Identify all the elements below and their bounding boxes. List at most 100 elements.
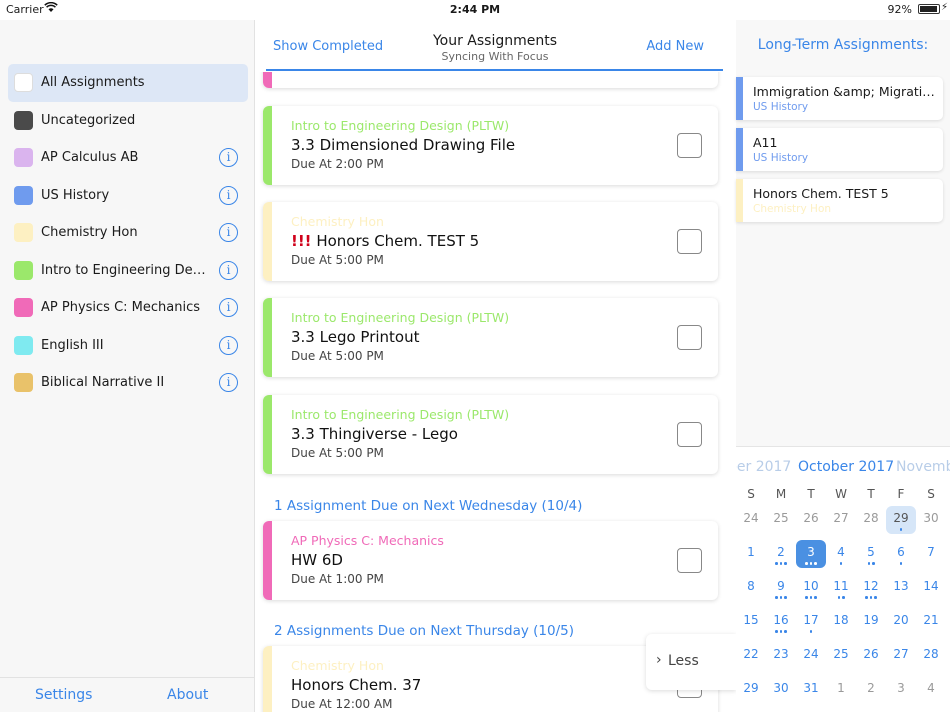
complete-checkbox[interactable] [677, 548, 702, 573]
less-button[interactable]: › Less [646, 634, 736, 690]
long-term-card[interactable]: Honors Chem. TEST 5 Chemistry Hon [736, 179, 943, 222]
month-scroller[interactable]: ber 2017 October 2017 Novemb [736, 459, 950, 477]
calendar-day[interactable]: 29 [736, 676, 766, 704]
calendar-day[interactable]: 30 [916, 506, 946, 534]
calendar-day[interactable]: 17 [796, 608, 826, 636]
sidebar-item[interactable]: Biblical Narrative II i [8, 364, 248, 402]
calendar-day[interactable]: 2 [766, 540, 796, 568]
calendar-day[interactable]: 24 [796, 642, 826, 670]
calendar-day[interactable]: 15 [736, 608, 766, 636]
calendar[interactable]: ber 2017 October 2017 Novemb SMTWTFS2425… [736, 446, 950, 712]
calendar-day[interactable]: 16 [766, 608, 796, 636]
calendar-day[interactable]: 3 [886, 676, 916, 704]
calendar-day[interactable]: 1 [826, 676, 856, 704]
calendar-day[interactable]: 23 [766, 642, 796, 670]
calendar-day[interactable]: 5 [856, 540, 886, 568]
calendar-day[interactable]: 20 [886, 608, 916, 636]
info-icon[interactable]: i [219, 185, 238, 205]
long-term-card[interactable]: Immigration &amp; Migration… US History [736, 77, 943, 120]
day-number: 23 [773, 647, 789, 661]
calendar-day[interactable]: 11 [826, 574, 856, 602]
calendar-day[interactable]: 31 [796, 676, 826, 704]
complete-checkbox[interactable] [677, 422, 702, 447]
assignment-card[interactable]: Intro to Engineering Design (PLTW) 3.3 Di… [263, 106, 718, 185]
assignment-card[interactable]: AP Physics C: Mechanics HW 6D Due At 1:00 … [263, 521, 718, 600]
complete-checkbox[interactable] [677, 229, 702, 254]
complete-checkbox[interactable] [677, 325, 702, 350]
calendar-day[interactable]: 25 [826, 642, 856, 670]
weekday-label: S [747, 487, 755, 501]
assignment-title: 3.3 Dimensioned Drawing File [291, 136, 516, 154]
calendar-day[interactable]: 26 [796, 506, 826, 534]
course-name: Chemistry Hon [291, 214, 384, 229]
day-number: 28 [923, 647, 939, 661]
info-icon[interactable]: i [219, 260, 238, 280]
calendar-day[interactable]: 7 [916, 540, 946, 568]
weekday-label: S [927, 487, 935, 501]
calendar-day[interactable]: 25 [766, 506, 796, 534]
day-number: 1 [837, 681, 845, 695]
next-month[interactable]: Novemb [896, 459, 950, 475]
day-number: 22 [743, 647, 759, 661]
category-color-swatch [14, 260, 33, 280]
calendar-day[interactable]: 4 [826, 540, 856, 568]
sidebar-item[interactable]: English III i [8, 327, 248, 365]
add-new-button[interactable]: Add New [646, 39, 704, 54]
calendar-day[interactable]: 26 [856, 642, 886, 670]
settings-button[interactable]: Settings [35, 687, 92, 703]
calendar-day[interactable]: 21 [916, 608, 946, 636]
calendar-day[interactable]: 14 [916, 574, 946, 602]
sidebar-item-label: AP Physics C: Mechanics [41, 300, 201, 316]
calendar-day[interactable]: 8 [736, 574, 766, 602]
calendar-day[interactable]: 22 [736, 642, 766, 670]
calendar-day[interactable]: 1 [736, 540, 766, 568]
calendar-day[interactable]: 19 [856, 608, 886, 636]
calendar-day[interactable]: 2 [856, 676, 886, 704]
weekday-label: W [835, 487, 847, 501]
sidebar-item[interactable]: AP Calculus AB i [8, 139, 248, 177]
assignment-title: 3.3 Lego Printout [291, 328, 420, 346]
calendar-day[interactable]: 28 [856, 506, 886, 534]
sync-progress-bar [266, 69, 723, 71]
calendar-day[interactable]: 6 [886, 540, 916, 568]
day-number: 30 [773, 681, 789, 695]
calendar-day[interactable]: 3 [796, 540, 826, 568]
assignment-dots [826, 562, 856, 566]
about-button[interactable]: About [167, 687, 208, 703]
calendar-day[interactable]: 24 [736, 506, 766, 534]
sidebar-item[interactable]: US History i [8, 177, 248, 215]
calendar-day[interactable]: 12 [856, 574, 886, 602]
info-icon[interactable]: i [219, 335, 238, 355]
assignment-card[interactable] [263, 72, 718, 88]
long-term-card[interactable]: A11 US History [736, 128, 943, 171]
assignment-card[interactable]: Intro to Engineering Design (PLTW) 3.3 Le… [263, 298, 718, 377]
calendar-day[interactable]: 4 [916, 676, 946, 704]
day-number: 25 [773, 511, 789, 525]
sidebar-item[interactable]: All Assignments [8, 64, 248, 102]
sidebar-item[interactable]: Intro to Engineering Design (PLTW) i [8, 252, 248, 290]
calendar-day[interactable]: 30 [766, 676, 796, 704]
assignment-feed[interactable]: Intro to Engineering Design (PLTW) 3.3 Di… [256, 72, 734, 712]
sidebar-item[interactable]: Uncategorized [8, 102, 248, 140]
assignment-card[interactable]: Chemistry Hon!!! Honors Chem. TEST 5 Due … [263, 202, 718, 281]
info-icon[interactable]: i [219, 223, 238, 242]
calendar-day[interactable]: 10 [796, 574, 826, 602]
calendar-day[interactable]: 18 [826, 608, 856, 636]
complete-checkbox[interactable] [677, 133, 702, 158]
calendar-day[interactable]: 28 [916, 642, 946, 670]
sidebar-item[interactable]: Chemistry Hon i [8, 214, 248, 252]
calendar-day[interactable]: 27 [886, 642, 916, 670]
info-icon[interactable]: i [219, 298, 238, 317]
calendar-day[interactable]: 13 [886, 574, 916, 602]
calendar-day[interactable]: 29 [886, 506, 916, 534]
sidebar-item[interactable]: AP Physics C: Mechanics i [8, 289, 248, 327]
prev-month[interactable]: ber 2017 [736, 459, 791, 475]
day-number: 26 [863, 647, 879, 661]
calendar-day[interactable]: 9 [766, 574, 796, 602]
day-number: 30 [923, 511, 939, 525]
assignment-title: 3.3 Thingiverse - Lego [291, 425, 458, 443]
assignment-card[interactable]: Intro to Engineering Design (PLTW) 3.3 Th… [263, 395, 718, 474]
info-icon[interactable]: i [219, 148, 238, 167]
calendar-day[interactable]: 27 [826, 506, 856, 534]
info-icon[interactable]: i [219, 373, 238, 392]
